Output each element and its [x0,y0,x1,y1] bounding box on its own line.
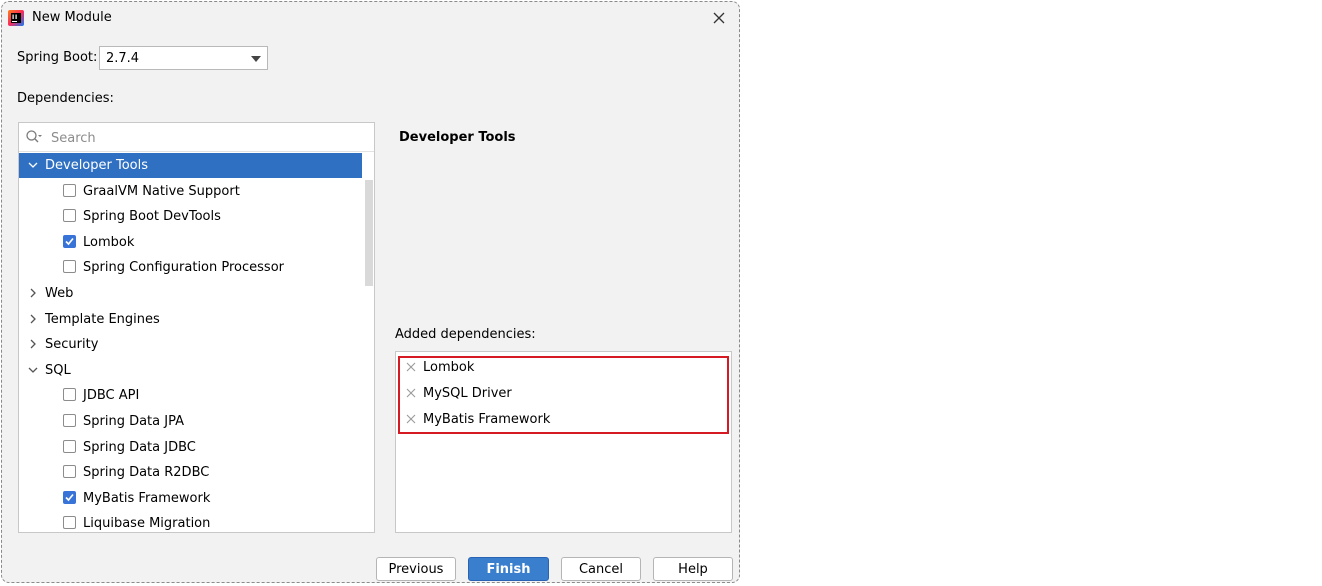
checkbox[interactable] [63,260,76,274]
added-dependency-label: MySQL Driver [423,385,512,401]
chevron-down-icon[interactable] [28,160,38,170]
checkbox[interactable] [63,516,76,530]
intellij-idea-icon [8,10,24,26]
tree-group-web[interactable]: Web [19,281,362,306]
tree-item-label: Web [45,286,74,301]
tree-item-label: JDBC API [83,388,140,404]
checkbox[interactable] [63,465,76,479]
checkbox[interactable] [63,209,76,223]
added-dependency-label: MyBatis Framework [423,411,551,427]
tree-item-label: Lombok [83,234,135,250]
help-button[interactable]: Help [653,557,733,581]
cancel-button[interactable]: Cancel [561,557,641,581]
tree-item-spring-configuration-processor[interactable]: Spring Configuration Processor [19,255,362,280]
added-dependency-item: MyBatis Framework [404,409,714,431]
search-icon [25,129,43,149]
added-dependencies-list: Lombok MySQL Driver MyBatis Framework [395,351,732,533]
tree-item-liquibase-migration[interactable]: Liquibase Migration [19,511,362,532]
tree-item-mybatis-framework[interactable]: MyBatis Framework [19,486,362,511]
tree-item-label: GraalVM Native Support [83,183,240,199]
checkbox[interactable] [63,414,76,427]
tree-item-label: MyBatis Framework [83,490,211,506]
tree-item-spring-data-jdbc[interactable]: Spring Data JDBC [19,435,362,460]
tree-group-developer-tools[interactable]: Developer Tools [19,153,362,178]
remove-icon[interactable] [406,413,416,428]
tree-item-jdbc-api[interactable]: JDBC API [19,383,362,408]
dependencies-label: Dependencies: [17,91,114,106]
tree-group-security[interactable]: Security [19,332,362,357]
search-bar [19,123,374,152]
spring-boot-label: Spring Boot: [17,50,98,65]
tree-item-label: Liquibase Migration [83,516,211,532]
remove-icon[interactable] [406,361,416,376]
tree-item-spring-data-r2dbc[interactable]: Spring Data R2DBC [19,460,362,485]
chevron-right-icon[interactable] [28,288,38,298]
check-icon [65,493,74,501]
added-dependency-item: MySQL Driver [404,383,714,405]
tree-item-lombok[interactable]: Lombok [19,230,362,255]
previous-button[interactable]: Previous [376,557,456,581]
chevron-down-icon [251,56,261,62]
title-bar: New Module [2,2,739,34]
close-button[interactable] [709,8,729,28]
tree-item-label: SQL [45,362,71,378]
checkbox[interactable] [63,183,76,197]
tree-group-template-engines[interactable]: Template Engines [19,307,362,332]
tree-item-label: Spring Data JPA [83,414,184,429]
checkbox[interactable] [63,439,76,453]
finish-button[interactable]: Finish [468,557,549,581]
chevron-right-icon[interactable] [28,314,38,324]
tree-item-graalvm-native-support[interactable]: GraalVM Native Support [19,179,362,204]
search-input[interactable] [49,127,353,149]
added-dependency-item: Lombok [404,357,714,379]
tree-item-spring-boot-devtools[interactable]: Spring Boot DevTools [19,204,362,229]
added-dependency-label: Lombok [423,360,475,375]
chevron-right-icon[interactable] [28,339,38,349]
tree-item-label: Spring Configuration Processor [83,260,284,276]
tree-item-label: Spring Boot DevTools [83,209,221,225]
tree-item-label: Developer Tools [45,158,149,173]
checkbox[interactable] [63,388,76,402]
remove-icon[interactable] [406,387,416,402]
detail-title: Developer Tools [399,130,516,145]
tree-item-spring-data-jpa[interactable]: Spring Data JPA [19,409,362,434]
dialog-title: New Module [32,10,112,25]
checkbox-checked[interactable] [63,234,76,248]
scrollbar-thumb[interactable] [365,180,373,286]
close-icon [713,12,725,24]
spring-boot-version-value: 2.7.4 [106,51,140,66]
tree-item-label: Spring Data R2DBC [83,465,210,481]
tree-item-label: Spring Data JDBC [83,439,196,455]
chevron-down-icon[interactable] [28,365,38,375]
tree-item-label: Security [45,337,99,353]
tree-group-sql[interactable]: SQL [19,358,362,383]
added-dependencies-label: Added dependencies: [395,327,536,342]
tree-item-label: Template Engines [45,311,160,327]
checkbox-checked[interactable] [63,490,76,504]
check-icon [65,237,74,245]
dependencies-tree: Developer Tools GraalVM Native Support Spr… [18,122,375,533]
new-module-dialog: New Module Spring Boot: 2.7.4 Dependenci… [1,1,740,583]
tree-scrollbar[interactable] [362,152,374,532]
spring-boot-version-select[interactable]: 2.7.4 [99,46,268,70]
